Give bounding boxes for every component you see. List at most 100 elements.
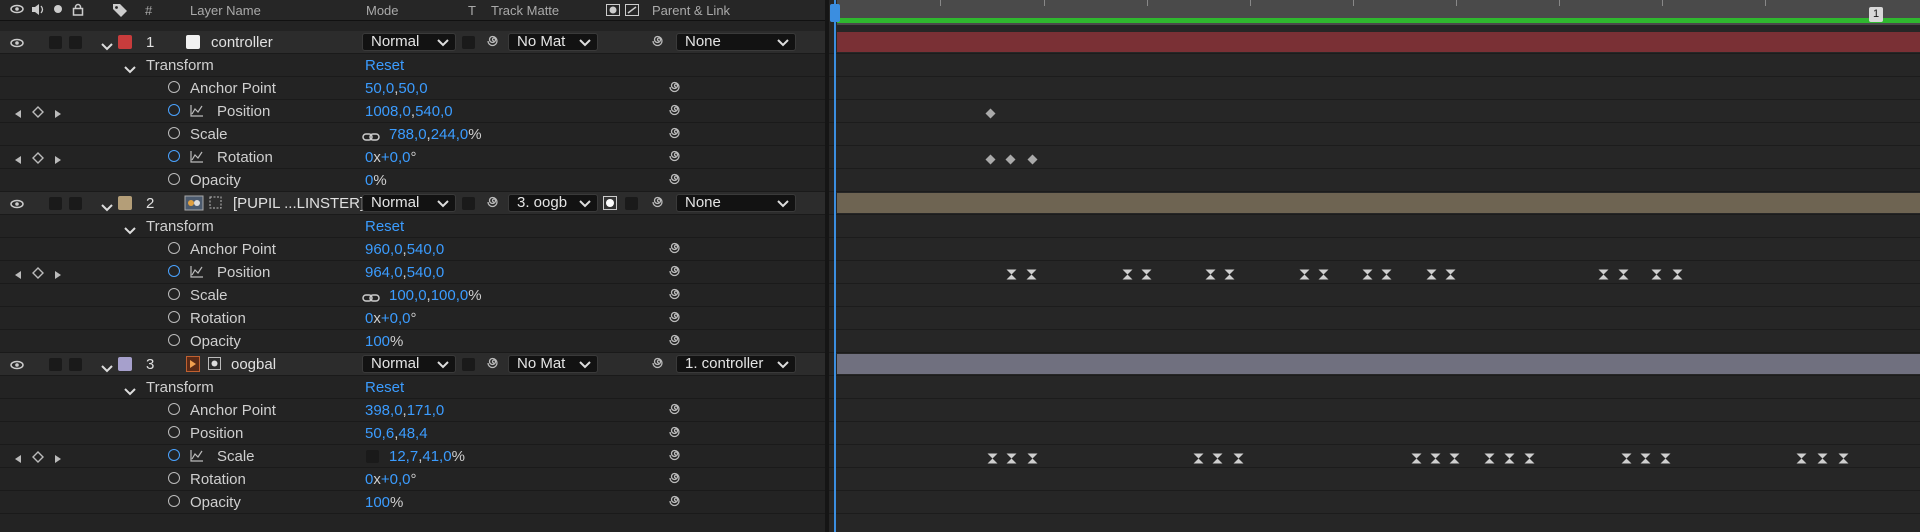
lock-icon[interactable]	[72, 3, 84, 19]
expression-pickwhip-icon[interactable]	[669, 333, 683, 350]
keyframe[interactable]	[1318, 267, 1329, 280]
motion-blur-box-icon[interactable]	[208, 357, 221, 374]
constrain-proportions-toggle[interactable]	[366, 450, 379, 463]
expression-pickwhip-icon[interactable]	[669, 448, 683, 465]
property-row-position[interactable]: Position 964,0,540,0	[0, 261, 825, 284]
expression-pickwhip-icon[interactable]	[669, 241, 683, 258]
property-row-scale[interactable]: Scale 788,0,244,0%	[0, 123, 825, 146]
reset-link[interactable]: Reset	[365, 379, 404, 396]
scale-value[interactable]: 788,0,244,0%	[389, 126, 482, 143]
keyframe[interactable]	[1651, 267, 1662, 280]
keyframe[interactable]	[1027, 451, 1038, 464]
property-row-anchor[interactable]: Anchor Point 50,0,50,0	[0, 77, 825, 100]
label-tag-icon[interactable]	[112, 3, 128, 20]
property-row-opacity[interactable]: Opacity 100%	[0, 491, 825, 514]
value-2[interactable]: 41,0	[422, 448, 451, 465]
reset-link[interactable]: Reset	[365, 218, 404, 235]
expression-pickwhip-icon[interactable]	[669, 494, 683, 511]
matte-pickwhip-icon[interactable]	[487, 34, 501, 51]
layer-row[interactable]: 1 controller Normal No Mat None	[0, 31, 825, 54]
value-1[interactable]: 398,0	[365, 402, 403, 419]
next-keyframe-icon[interactable]	[54, 106, 62, 123]
parent-pickwhip-icon[interactable]	[652, 356, 666, 373]
next-keyframe-icon[interactable]	[54, 267, 62, 284]
keyframe[interactable]	[1122, 267, 1133, 280]
eye-icon[interactable]	[10, 36, 24, 53]
keyframe[interactable]	[1026, 267, 1037, 280]
layer-row[interactable]: 3 oogbal Normal No Mat 1. controller	[0, 353, 825, 376]
keyframe[interactable]	[985, 106, 996, 119]
preserve-transparency-toggle[interactable]	[462, 358, 475, 371]
matte-pickwhip-icon[interactable]	[487, 356, 501, 373]
eye-icon[interactable]	[10, 197, 24, 214]
value-2[interactable]: 540,0	[407, 264, 445, 281]
expression-pickwhip-icon[interactable]	[669, 126, 683, 143]
opacity-value[interactable]: 100%	[365, 494, 403, 511]
stopwatch-icon[interactable]	[168, 150, 180, 162]
stopwatch-icon[interactable]	[168, 104, 180, 116]
keyframe[interactable]	[1193, 451, 1204, 464]
keyframe[interactable]	[1430, 451, 1441, 464]
keyframe[interactable]	[1006, 267, 1017, 280]
chevron-down-icon[interactable]	[101, 360, 113, 377]
anchor-value[interactable]: 50,0,50,0	[365, 80, 428, 97]
matte-alpha-toggle-icon[interactable]	[603, 196, 617, 214]
stopwatch-icon[interactable]	[168, 127, 180, 139]
keyframe[interactable]	[1005, 152, 1016, 165]
stopwatch-icon[interactable]	[168, 242, 180, 254]
keyframe[interactable]	[1449, 451, 1460, 464]
track-matte-dropdown[interactable]: 3. oogb	[508, 194, 598, 212]
expression-pickwhip-icon[interactable]	[669, 103, 683, 120]
stopwatch-icon[interactable]	[168, 449, 180, 461]
stopwatch-icon[interactable]	[168, 403, 180, 415]
keyframe[interactable]	[1838, 451, 1849, 464]
constrain-proportions-link-icon[interactable]	[362, 290, 380, 307]
add-keyframe-icon[interactable]	[32, 151, 44, 168]
keyframe[interactable]	[1299, 267, 1310, 280]
value-1[interactable]: 100	[365, 494, 390, 511]
property-row-position[interactable]: Position 50,6,48,4	[0, 422, 825, 445]
expression-pickwhip-icon[interactable]	[669, 172, 683, 189]
keyframe[interactable]	[1006, 451, 1017, 464]
scale-value[interactable]: 12,7,41,0%	[389, 448, 465, 465]
matte-invert-toggle[interactable]	[625, 197, 638, 210]
time-ruler[interactable]: 1	[837, 0, 1920, 25]
value-1[interactable]: 960,0	[365, 241, 403, 258]
previous-keyframe-icon[interactable]	[14, 106, 22, 123]
eye-icon[interactable]	[10, 3, 24, 18]
value-1[interactable]: 50,0	[365, 80, 394, 97]
value-1[interactable]: 100	[365, 333, 390, 350]
comp-marker[interactable]: 1	[1869, 7, 1883, 22]
value-2[interactable]: 50,0	[398, 80, 427, 97]
constrain-proportions-link-icon[interactable]	[362, 129, 380, 146]
current-time-indicator[interactable]	[834, 0, 836, 532]
stopwatch-icon[interactable]	[168, 334, 180, 346]
rotation-value[interactable]: 0x+0,0°	[365, 310, 416, 327]
position-value[interactable]: 964,0,540,0	[365, 264, 444, 281]
value-2[interactable]: 48,4	[398, 425, 427, 442]
solo-toggle[interactable]	[49, 197, 62, 210]
keyframe[interactable]	[1817, 451, 1828, 464]
expression-pickwhip-icon[interactable]	[669, 425, 683, 442]
label-color-swatch[interactable]	[118, 196, 132, 210]
chevron-down-icon[interactable]	[101, 38, 113, 55]
property-row-rotation[interactable]: Rotation 0x+0,0°	[0, 307, 825, 330]
anchor-value[interactable]: 398,0,171,0	[365, 402, 444, 419]
graph-icon[interactable]	[190, 265, 204, 282]
solo-toggle[interactable]	[49, 36, 62, 49]
property-row-rotation[interactable]: Rotation 0x+0,0°	[0, 146, 825, 169]
value-1[interactable]: 50,6	[365, 425, 394, 442]
anchor-value[interactable]: 960,0,540,0	[365, 241, 444, 258]
keyframe[interactable]	[1224, 267, 1235, 280]
label-color-swatch[interactable]	[118, 35, 132, 49]
motion-blur-box-icon[interactable]	[209, 196, 222, 213]
chevron-down-icon[interactable]	[101, 199, 113, 216]
graph-icon[interactable]	[190, 104, 204, 121]
blend-mode-dropdown[interactable]: Normal	[362, 33, 456, 51]
graph-icon[interactable]	[190, 449, 204, 466]
degrees-value[interactable]: +0,0	[381, 310, 411, 327]
property-row-scale[interactable]: Scale 12,7,41,0%	[0, 445, 825, 468]
blend-mode-dropdown[interactable]: Normal	[362, 194, 456, 212]
column-layer-name-header[interactable]: Layer Name	[190, 3, 261, 18]
keyframe[interactable]	[1660, 451, 1671, 464]
